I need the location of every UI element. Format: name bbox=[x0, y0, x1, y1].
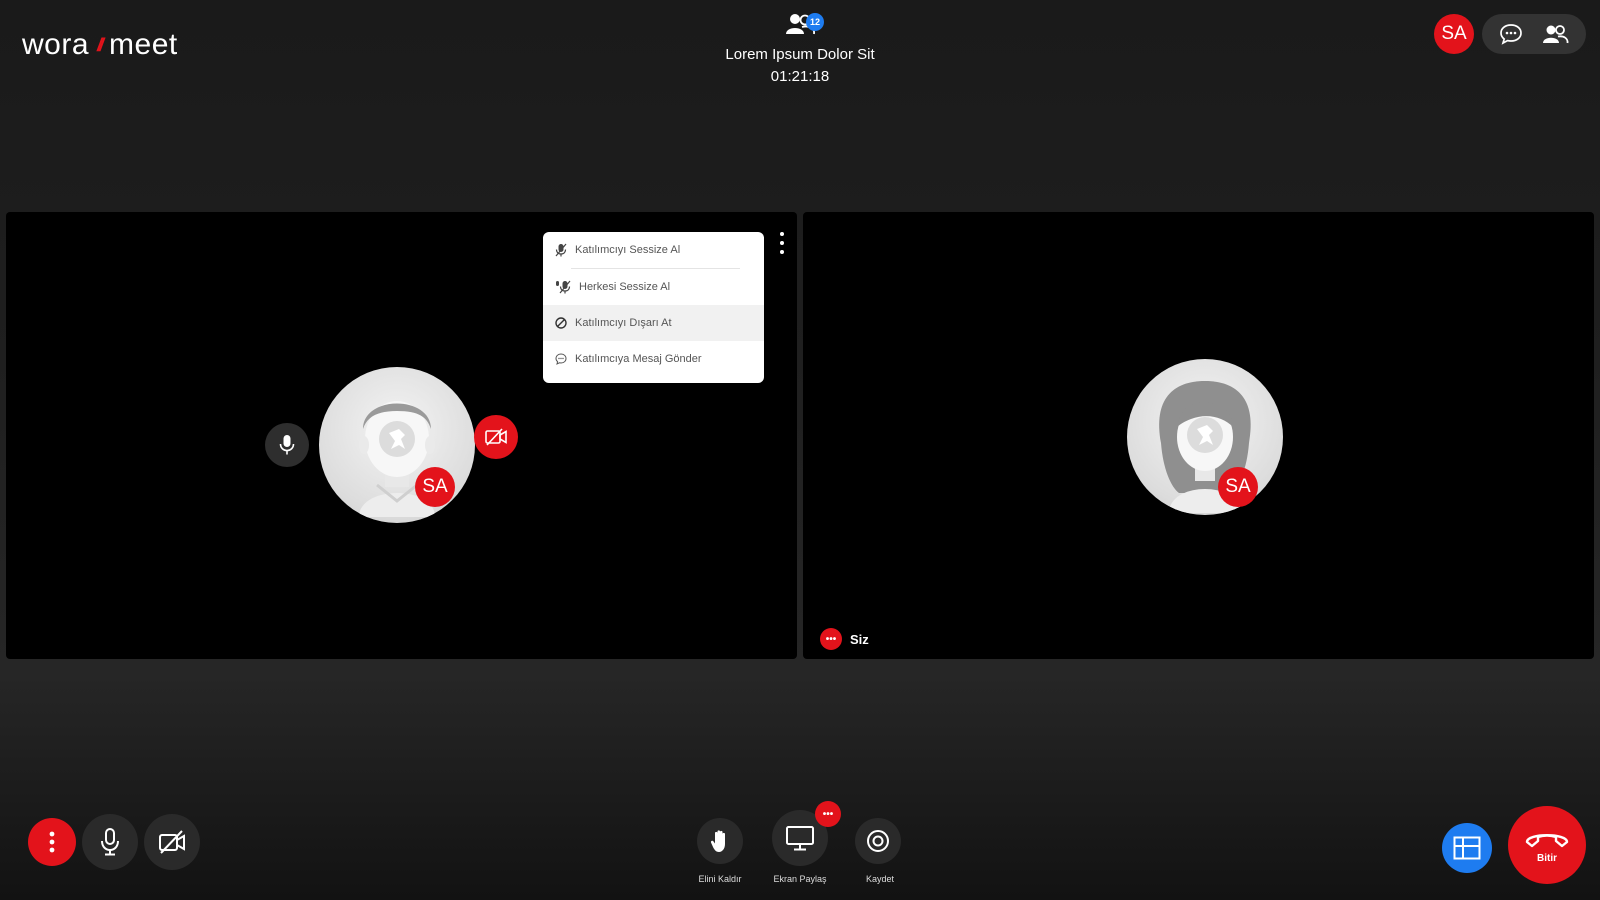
dot bbox=[780, 232, 784, 236]
meeting-timer: 01:21:18 bbox=[770, 68, 830, 85]
participants-button[interactable] bbox=[1541, 23, 1569, 45]
monitor-icon bbox=[786, 826, 814, 851]
app-logo: wora // meet bbox=[22, 28, 178, 62]
participant-avatar-male bbox=[319, 367, 475, 523]
participant-count-badge: 12 bbox=[806, 13, 824, 31]
logo-slash: // bbox=[97, 34, 104, 55]
participant-tile-left[interactable]: SA Katılımcıyı Sessize Al Herkesi Sessiz… bbox=[6, 212, 797, 659]
logo-text-meet: meet bbox=[109, 28, 178, 61]
self-name: Siz bbox=[850, 631, 869, 647]
chat-icon bbox=[1500, 24, 1522, 45]
participants-indicator[interactable]: 12 bbox=[780, 12, 824, 40]
meeting-info: 12 Lorem Ipsum Dolor Sit 01:21:18 bbox=[700, 12, 900, 85]
participant-initials-badge: SA bbox=[415, 467, 455, 507]
record-icon bbox=[867, 830, 889, 852]
ban-icon bbox=[555, 317, 567, 329]
record-label: Kaydet bbox=[865, 874, 895, 884]
logo-text-wora: wora bbox=[22, 28, 90, 61]
hang-up-icon bbox=[1525, 834, 1569, 848]
end-call-label: Bitir bbox=[1537, 853, 1557, 864]
female-avatar-illustration bbox=[1159, 381, 1251, 513]
tile-camera-button[interactable] bbox=[474, 415, 518, 459]
raise-hand-label: Elini Kaldır bbox=[698, 874, 742, 884]
participant-options-menu: Katılımcıyı Sessize Al Herkesi Sessize A… bbox=[543, 232, 764, 383]
microphone-icon bbox=[279, 435, 295, 455]
dot bbox=[780, 250, 784, 254]
menu-item-label: Katılımcıyı Sessize Al bbox=[575, 244, 681, 256]
meeting-title: Lorem Ipsum Dolor Sit bbox=[725, 46, 875, 63]
camera-off-icon bbox=[485, 428, 507, 446]
tile-mic-button[interactable] bbox=[265, 423, 309, 467]
participant-tile-self[interactable]: SA ••• Siz bbox=[803, 212, 1594, 659]
layout-button[interactable] bbox=[1442, 823, 1492, 873]
top-right-controls: SA bbox=[1434, 14, 1586, 54]
share-screen-options-badge[interactable]: ••• bbox=[815, 801, 841, 827]
end-call-button[interactable]: Bitir bbox=[1508, 806, 1586, 884]
menu-item-mute-participant[interactable]: Katılımcıyı Sessize Al bbox=[543, 232, 764, 268]
menu-item-label: Herkesi Sessize Al bbox=[579, 281, 671, 293]
menu-item-message-participant[interactable]: Katılımcıya Mesaj Gönder bbox=[543, 341, 764, 377]
raise-hand-button[interactable] bbox=[697, 818, 743, 864]
chat-button[interactable] bbox=[1499, 23, 1523, 45]
microphone-button[interactable] bbox=[82, 814, 138, 870]
menu-item-mute-all[interactable]: Herkesi Sessize Al bbox=[543, 269, 764, 305]
more-options-button[interactable] bbox=[28, 818, 76, 866]
male-avatar-illustration bbox=[359, 401, 435, 517]
record-button[interactable] bbox=[855, 818, 901, 864]
dot bbox=[780, 241, 784, 245]
camera-toggle-button[interactable] bbox=[144, 814, 200, 870]
menu-item-label: Katılımcıya Mesaj Gönder bbox=[575, 353, 702, 365]
more-vertical-icon bbox=[49, 831, 55, 853]
layout-grid-icon bbox=[1453, 836, 1481, 860]
participant-initials-badge: SA bbox=[1218, 467, 1258, 507]
participant-avatar-female bbox=[1127, 359, 1283, 515]
menu-item-label: Katılımcıyı Dışarı At bbox=[575, 317, 672, 329]
panel-toggle-group bbox=[1482, 14, 1586, 54]
menu-item-kick-participant[interactable]: Katılımcıyı Dışarı At bbox=[543, 305, 764, 341]
chat-icon bbox=[555, 353, 567, 365]
participants-icon bbox=[1543, 25, 1569, 44]
hand-icon bbox=[710, 830, 725, 852]
mic-off-icon bbox=[555, 243, 567, 257]
tile-more-options-button[interactable] bbox=[776, 232, 788, 254]
self-more-button[interactable]: ••• bbox=[820, 628, 842, 650]
camera-off-icon bbox=[159, 830, 185, 854]
microphone-icon bbox=[101, 828, 119, 856]
mic-off-all-icon bbox=[556, 280, 571, 294]
self-name-label: ••• Siz bbox=[820, 628, 869, 650]
share-screen-label: Ekran Paylaş bbox=[773, 874, 827, 884]
user-avatar[interactable]: SA bbox=[1434, 14, 1474, 54]
